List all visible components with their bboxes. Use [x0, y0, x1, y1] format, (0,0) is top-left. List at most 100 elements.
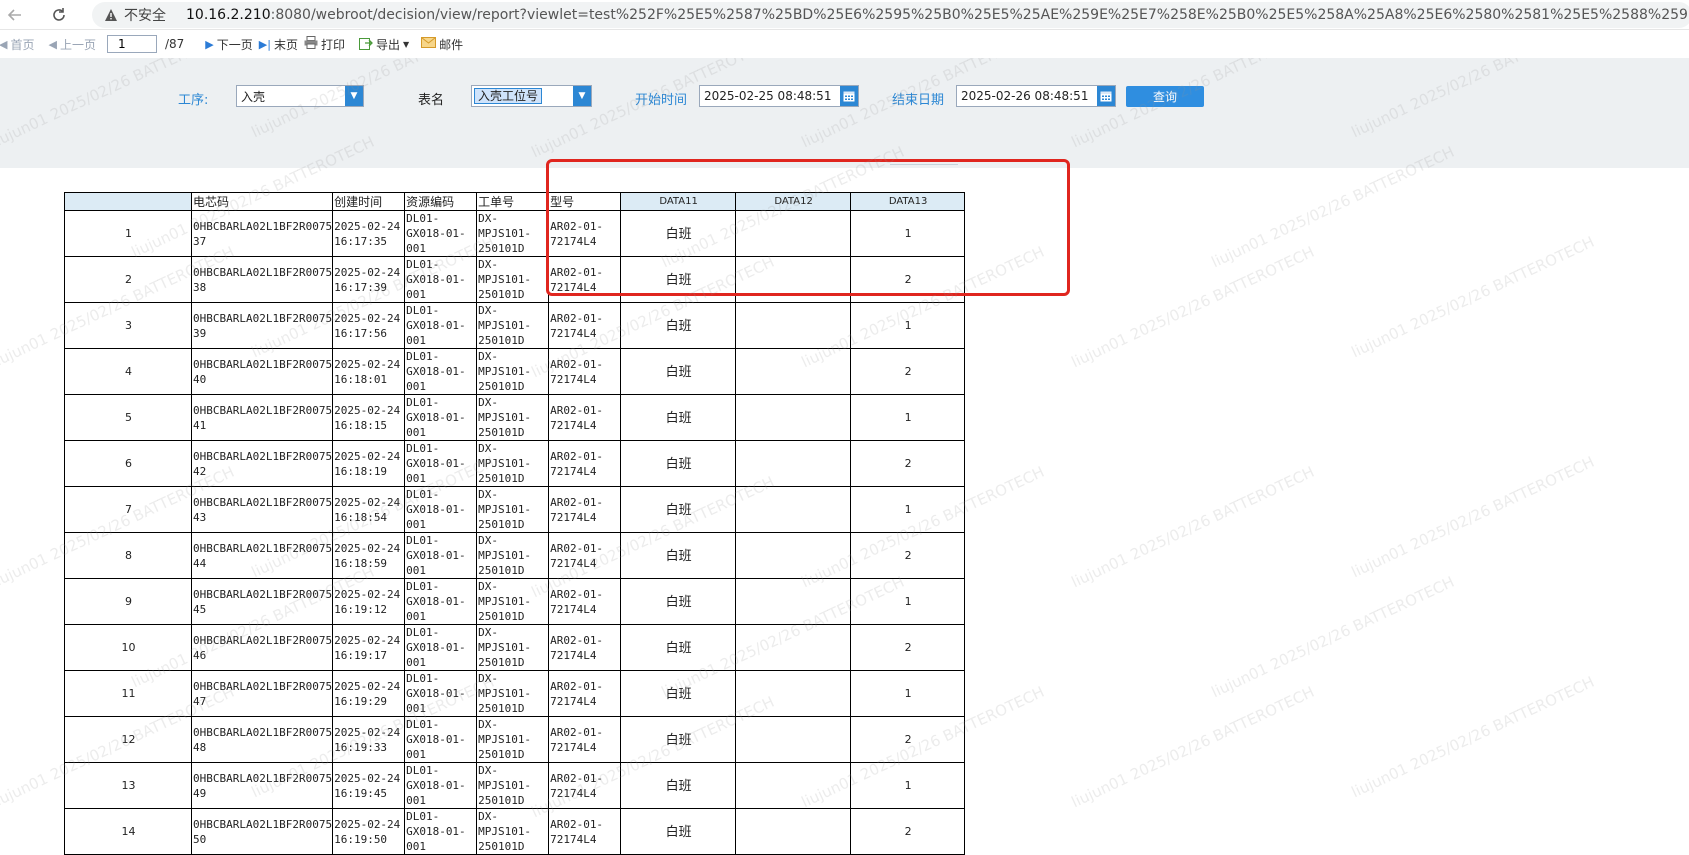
first-page-button[interactable]: ◀ 首页 [0, 33, 37, 55]
work-order: DX-MPJS101-250101D [476, 670, 550, 717]
data13-cell: 1 [850, 670, 966, 717]
row-number: 5 [64, 394, 192, 441]
data11-cell: 白班 [620, 670, 737, 717]
query-button[interactable]: 查询 [1126, 86, 1204, 107]
url-bar[interactable]: 不安全 10.16.2.210:8080/webroot/decision/vi… [92, 2, 1689, 28]
first-page-icon: ◀ [0, 37, 8, 51]
report-table: 电芯码 创建时间 资源编码 工单号 型号 DATA11 DATA12 DATA1… [64, 192, 966, 855]
data13-cell: 1 [850, 302, 966, 349]
cell-code: 0HBCBARLA02L1BF2R0075 41 [190, 394, 334, 441]
prev-page-button[interactable]: ◀ 上一页 [45, 33, 98, 55]
process-value: 入壳 [241, 89, 266, 104]
data11-cell: 白班 [620, 762, 737, 809]
resource-code: DL01-GX018-01-001 [404, 394, 478, 441]
table-row: 7 0HBCBARLA02L1BF2R0075 43 2025-02-24 16:1… [64, 486, 966, 533]
parameter-panel: 工序: 入壳 ▼ 表名 入壳工位号 ▼ 开始时间 2025-02-25 08:4… [0, 58, 1689, 168]
reload-icon[interactable] [44, 0, 74, 30]
process-select[interactable]: 入壳 ▼ [236, 85, 364, 107]
print-button[interactable]: 打印 [301, 33, 348, 55]
table-row: 5 0HBCBARLA02L1BF2R0075 41 2025-02-24 16:1… [64, 394, 966, 441]
work-order: DX-MPJS101-250101D [476, 716, 550, 763]
calendar-icon[interactable] [840, 86, 858, 106]
chevron-down-icon[interactable]: ▼ [573, 86, 591, 106]
cell-code: 0HBCBARLA02L1BF2R0075 46 [190, 624, 334, 671]
data13-cell: 2 [850, 624, 966, 671]
export-label: 导出 [375, 37, 400, 52]
watermark-text: liujun01 2025/02/26 BATTEROTECH [1348, 672, 1598, 802]
data12-cell [735, 394, 852, 441]
end-date-field[interactable]: 2025-02-26 08:48:51 [956, 85, 1116, 107]
end-date-label: 结束日期 [892, 93, 945, 108]
security-label: 不安全 [124, 8, 166, 24]
table-row: 3 0HBCBARLA02L1BF2R0075 39 2025-02-24 16:1… [64, 302, 966, 349]
next-page-button[interactable]: ▶ 下一页 [202, 33, 255, 55]
model-number: AR02-01-72174L4 [548, 210, 622, 257]
data11-cell: 白班 [620, 210, 737, 257]
model-number: AR02-01-72174L4 [548, 302, 622, 349]
resource-code: DL01-GX018-01-001 [404, 440, 478, 487]
create-time: 2025-02-24 16:19:29 [332, 670, 406, 717]
create-time: 2025-02-24 16:18:19 [332, 440, 406, 487]
column-header: DATA12 [735, 192, 852, 211]
work-order: DX-MPJS101-250101D [476, 256, 550, 303]
row-number: 11 [64, 670, 192, 717]
data13-cell: 2 [850, 348, 966, 395]
data12-cell [735, 670, 852, 717]
prev-page-icon: ◀ [48, 37, 57, 51]
create-time: 2025-02-24 16:19:45 [332, 762, 406, 809]
row-number: 12 [64, 716, 192, 763]
start-time-field[interactable]: 2025-02-25 08:48:51 [699, 85, 859, 107]
resource-code: DL01-GX018-01-001 [404, 348, 478, 395]
row-number: 6 [64, 440, 192, 487]
row-number: 10 [64, 624, 192, 671]
resource-code: DL01-GX018-01-001 [404, 716, 478, 763]
create-time: 2025-02-24 16:17:35 [332, 210, 406, 257]
data13-cell: 1 [850, 210, 966, 257]
row-number: 4 [64, 348, 192, 395]
calendar-icon[interactable] [1097, 86, 1115, 106]
data12-cell [735, 762, 852, 809]
back-arrow-icon[interactable] [0, 0, 30, 30]
data11-cell: 白班 [620, 486, 737, 533]
work-order: DX-MPJS101-250101D [476, 486, 550, 533]
warning-icon [104, 7, 118, 23]
column-header [64, 192, 192, 211]
model-number: AR02-01-72174L4 [548, 624, 622, 671]
table-row: 8 0HBCBARLA02L1BF2R0075 44 2025-02-24 16:1… [64, 532, 966, 579]
total-pages: /87 [164, 37, 185, 51]
export-icon [358, 36, 373, 53]
model-number: AR02-01-72174L4 [548, 578, 622, 625]
create-time: 2025-02-24 16:18:59 [332, 532, 406, 579]
chevron-down-icon[interactable]: ▼ [345, 86, 363, 106]
work-order: DX-MPJS101-250101D [476, 394, 550, 441]
data12-cell [735, 716, 852, 763]
work-order: DX-MPJS101-250101D [476, 348, 550, 395]
data11-cell: 白班 [620, 394, 737, 441]
divider [890, 164, 958, 165]
data11-cell: 白班 [620, 716, 737, 763]
model-number: AR02-01-72174L4 [548, 394, 622, 441]
page-number-input[interactable] [106, 35, 157, 53]
data12-cell [735, 486, 852, 533]
model-number: AR02-01-72174L4 [548, 256, 622, 303]
export-button[interactable]: 导出 ▼ [356, 33, 412, 55]
table-select[interactable]: 入壳工位号 ▼ [471, 85, 592, 107]
cell-code: 0HBCBARLA02L1BF2R0075 47 [190, 670, 334, 717]
resource-code: DL01-GX018-01-001 [404, 256, 478, 303]
model-number: AR02-01-72174L4 [548, 716, 622, 763]
data11-cell: 白班 [620, 532, 737, 579]
create-time: 2025-02-24 16:17:56 [332, 302, 406, 349]
last-page-button[interactable]: ▶| 末页 [256, 33, 301, 55]
create-time: 2025-02-24 16:19:17 [332, 624, 406, 671]
data11-cell: 白班 [620, 302, 737, 349]
data13-cell: 2 [850, 532, 966, 579]
create-time: 2025-02-24 16:19:12 [332, 578, 406, 625]
data12-cell [735, 578, 852, 625]
mail-button[interactable]: 邮件 [418, 33, 466, 55]
row-number: 2 [64, 256, 192, 303]
data12-cell [735, 302, 852, 349]
start-time-value: 2025-02-25 08:48:51 [704, 89, 832, 103]
data13-cell: 2 [850, 716, 966, 763]
mail-icon [421, 37, 437, 51]
table-row: 4 0HBCBARLA02L1BF2R0075 40 2025-02-24 16:1… [64, 348, 966, 395]
